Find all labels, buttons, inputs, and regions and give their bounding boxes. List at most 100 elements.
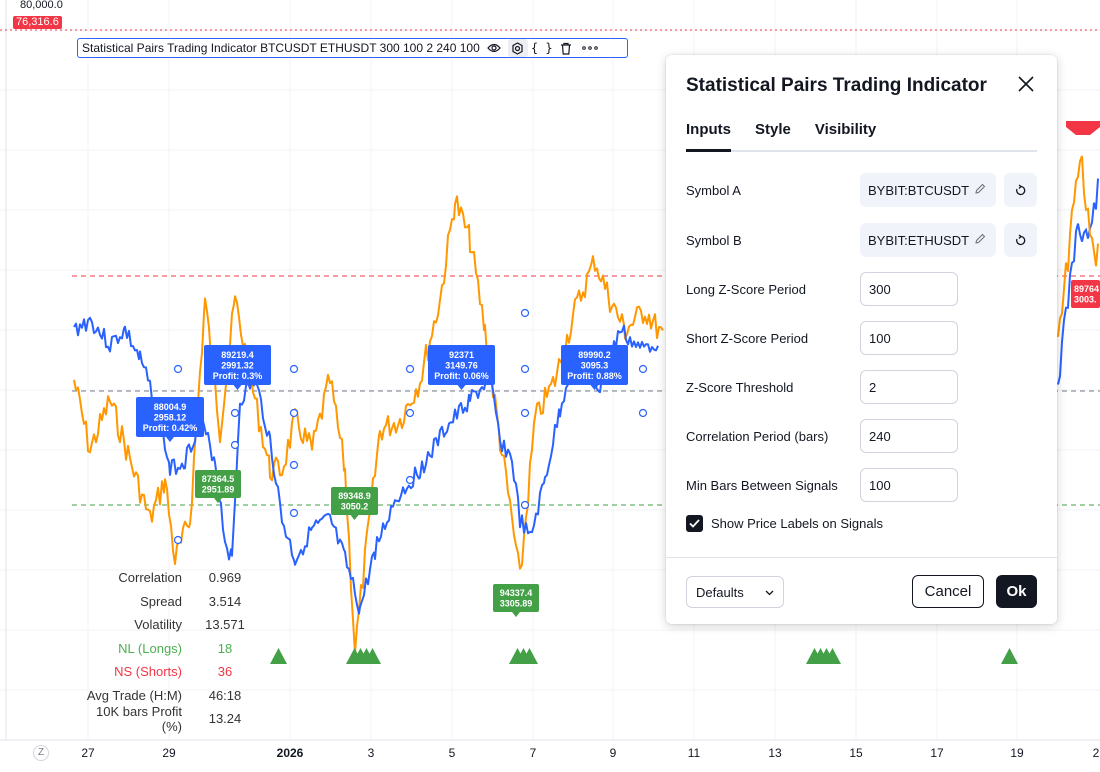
signal-marker (405, 408, 415, 418)
time-axis-tick: 2026 (276, 746, 304, 760)
signal-label-text: 92371 (449, 350, 474, 360)
stats-value: 3.514 (208, 593, 242, 609)
legend-title: Statistical Pairs Trading Indicator BTCU… (82, 41, 480, 55)
time-axis-tick: 27 (81, 746, 95, 760)
z-threshold-input[interactable]: 2 (860, 370, 958, 404)
signal-marker (520, 364, 530, 374)
stats-label: NL (Longs) (118, 640, 182, 656)
long-signal-triangle (346, 648, 381, 664)
trash-icon[interactable] (556, 39, 576, 57)
signal-marker (230, 440, 240, 450)
signal-label-text: 87364.5 (202, 474, 235, 484)
signal-label-text: 2958.12 (154, 412, 187, 422)
signal-label-text: 88004.9 (154, 402, 187, 412)
more-icon[interactable] (580, 39, 600, 57)
stats-table: Correlation 0.969 Spread 3.514 Volatility 13.… (84, 566, 254, 734)
signal-marker (173, 364, 183, 374)
price-labels-checkbox-row[interactable]: Show Price Labels on Signals (686, 515, 883, 532)
stats-value: 0.969 (208, 570, 242, 586)
stats-value: 13.24 (208, 711, 242, 727)
tab-style[interactable]: Style (755, 121, 791, 150)
stats-label: Spread (140, 593, 182, 609)
reset-symbol-b-button[interactable] (1004, 223, 1037, 257)
signal-marker (230, 408, 240, 418)
signal-label: 88004.92958.12Profit: 0.42% (136, 397, 204, 442)
time-axis-tick: 5 (448, 746, 456, 760)
stats-row: Volatility 13.571 (84, 613, 254, 637)
ok-button[interactable]: Ok (996, 575, 1037, 608)
reset-symbol-a-button[interactable] (1004, 173, 1037, 207)
signal-label: 897643003. (1071, 280, 1100, 308)
time-axis-tick: 17 (930, 746, 944, 760)
stats-label: Correlation (118, 570, 182, 586)
eye-icon[interactable] (484, 39, 504, 57)
time-axis: Z 27 29 2026 3 5 7 9 11 13 15 17 19 2 (0, 740, 1100, 772)
time-axis-tick: 9 (609, 746, 617, 760)
signal-marker (289, 508, 299, 518)
time-axis-tick: 15 (849, 746, 863, 760)
long-z-period-label: Long Z-Score Period (686, 281, 806, 297)
defaults-dropdown[interactable]: Defaults (686, 576, 784, 608)
signal-label: 94337.43305.89 (493, 584, 539, 617)
short-z-period-input[interactable]: 100 (860, 321, 958, 355)
stats-label: Avg Trade (H:M) (86, 687, 182, 703)
time-axis-tick: 3 (367, 746, 375, 760)
long-z-period-input[interactable]: 300 (860, 272, 958, 306)
tab-visibility[interactable]: Visibility (815, 121, 876, 150)
signal-marker (520, 408, 530, 418)
signal-marker (520, 500, 530, 510)
short-signal-triangle (1066, 121, 1100, 135)
stats-row: NL (Longs) 18 (84, 637, 254, 661)
long-signal-triangle (509, 648, 538, 664)
pencil-icon (974, 183, 986, 198)
price-labels-checkbox-label: Show Price Labels on Signals (711, 516, 883, 531)
indicator-legend[interactable]: Statistical Pairs Trading Indicator BTCU… (77, 38, 628, 58)
signal-label-text: 89348.9 (338, 491, 371, 501)
indicator-settings-dialog: Statistical Pairs Trading Indicator Inpu… (666, 55, 1057, 624)
symbol-b-value: BYBIT:ETHUSDT (868, 232, 970, 248)
reset-icon (1016, 233, 1026, 245)
symbol-b-field[interactable]: BYBIT:ETHUSDT (860, 223, 996, 257)
min-bars-label: Min Bars Between Signals (686, 477, 838, 493)
min-bars-input[interactable]: 100 (860, 468, 958, 502)
series-b-line-right (1057, 155, 1099, 338)
signal-label-text: 89219.4 (221, 350, 254, 360)
defaults-label: Defaults (696, 584, 744, 600)
dialog-title: Statistical Pairs Trading Indicator (686, 75, 987, 96)
time-axis-corner[interactable]: Z (33, 745, 49, 761)
dialog-tabs: Inputs Style Visibility (686, 121, 1037, 152)
signal-label-text: 3149.76 (445, 360, 478, 370)
checkbox-checked-icon[interactable] (686, 515, 703, 532)
time-axis-tick: 13 (768, 746, 782, 760)
reset-icon (1016, 183, 1026, 195)
chevron-down-icon (764, 586, 775, 601)
signal-label: 87364.52951.89 (195, 470, 241, 503)
settings-icon[interactable] (507, 39, 528, 57)
close-icon[interactable] (1015, 73, 1037, 95)
stats-value: 18 (217, 640, 233, 656)
symbol-a-label: Symbol A (686, 182, 741, 198)
time-axis-tick: 7 (529, 746, 537, 760)
source-code-icon[interactable]: { } (531, 39, 553, 57)
signal-label-text: 94337.4 (500, 588, 533, 598)
correlation-period-label: Correlation Period (bars) (686, 428, 829, 444)
signal-label-text: Profit: 0.06% (434, 371, 489, 381)
signal-marker (289, 364, 299, 374)
signal-marker (405, 364, 415, 374)
signal-label: 89990.23095.3Profit: 0.88% (561, 345, 628, 390)
tab-inputs[interactable]: Inputs (686, 121, 731, 152)
cancel-button[interactable]: Cancel (912, 575, 984, 608)
signal-label-text: Profit: 0.88% (567, 371, 622, 381)
signal-label-text: 3095.3 (581, 360, 609, 370)
signal-label-text: 3050.2 (341, 502, 369, 512)
stats-row: NS (Shorts) 36 (84, 660, 254, 684)
correlation-period-input[interactable]: 240 (860, 419, 958, 453)
symbol-a-field[interactable]: BYBIT:BTCUSDT (860, 173, 996, 207)
signal-label-text: 89990.2 (578, 350, 611, 360)
dialog-footer-divider (666, 557, 1057, 558)
signal-label-text: Profit: 0.3% (213, 371, 263, 381)
current-price-badge: 76,316.6 (13, 16, 62, 29)
signal-marker (520, 308, 530, 318)
stats-row: 10K bars Profit (%) 13.24 (84, 704, 254, 734)
stats-value: 13.571 (205, 617, 245, 633)
